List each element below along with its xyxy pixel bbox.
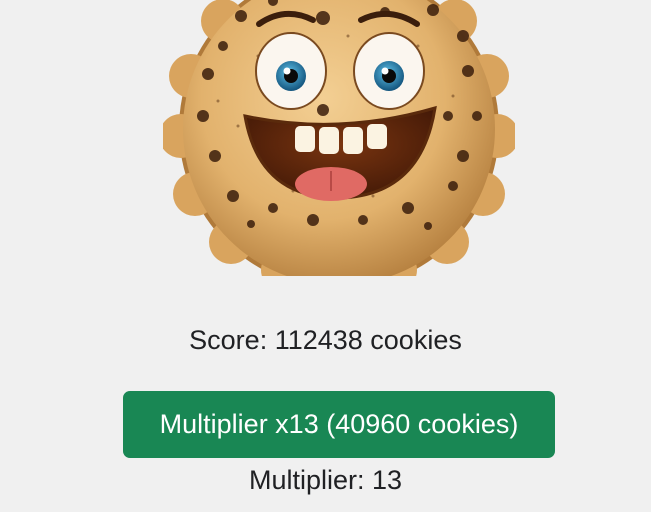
smiling-cookie-icon — [163, 0, 515, 276]
buy-multiplier-button[interactable]: Multiplier x13 (40960 cookies) — [123, 391, 555, 458]
game-area: Score: 112438 cookies Multiplier x13 (40… — [0, 0, 651, 512]
right-eye — [353, 32, 425, 110]
score-label: Score: 112438 cookies — [189, 325, 462, 355]
left-eye — [255, 32, 327, 110]
multiplier-status-label: Multiplier: 13 — [248, 465, 403, 495]
cookie-click-target[interactable] — [163, 0, 515, 276]
